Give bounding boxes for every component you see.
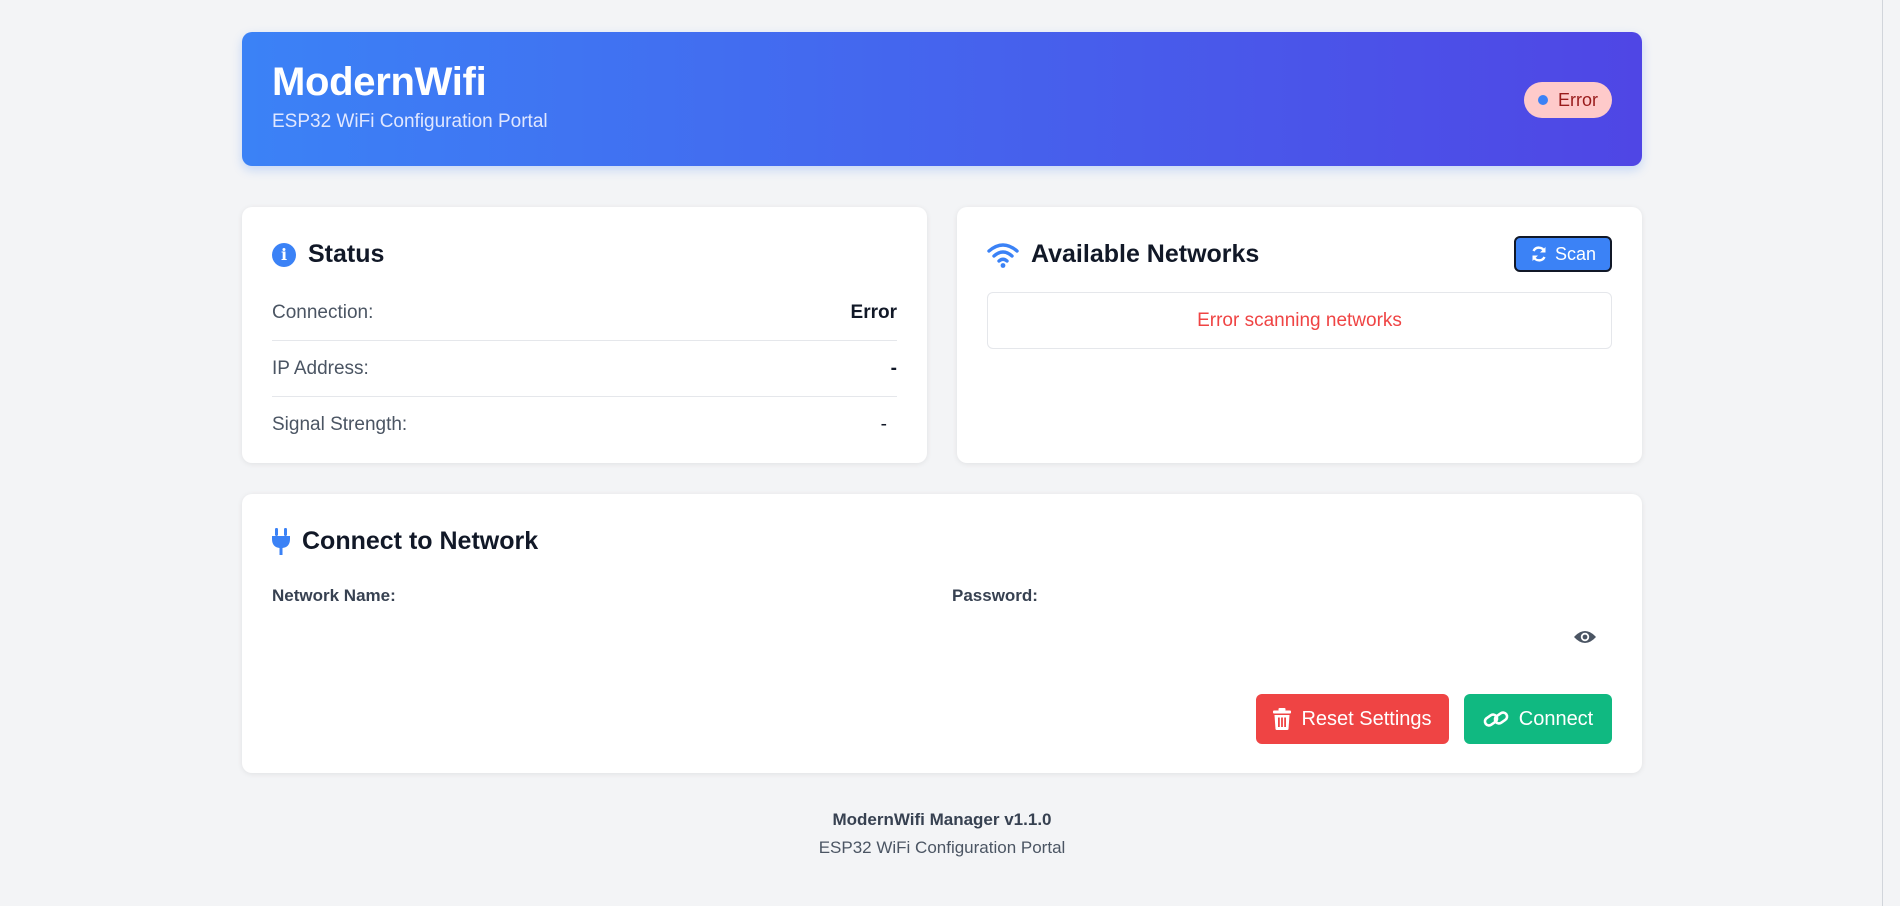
connect-card: Connect to Network Network Name: Passwor… [242, 494, 1642, 773]
signal-strength-value: - [880, 414, 887, 435]
status-dot-icon [1538, 95, 1548, 105]
connection-value: Error [850, 301, 897, 323]
connection-status-badge: Error [1524, 82, 1612, 118]
wifi-icon [987, 242, 1019, 268]
page-scrollbar[interactable] [1882, 0, 1900, 906]
reset-settings-button[interactable]: Reset Settings [1256, 694, 1449, 744]
connect-title-text: Connect to Network [302, 527, 539, 555]
app-subtitle: ESP32 WiFi Configuration Portal [272, 111, 548, 132]
status-row-ip-address: IP Address: - [272, 341, 897, 397]
networks-card-title: Available Networks [987, 240, 1259, 269]
app-title: ModernWifi [272, 60, 487, 104]
refresh-icon [1530, 245, 1548, 263]
status-row-signal-strength: Signal Strength: - [272, 397, 897, 453]
status-card: i Status Connection: Error IP Address: -… [242, 207, 927, 463]
show-password-toggle[interactable] [1572, 624, 1598, 650]
connect-button-label: Connect [1518, 707, 1594, 730]
networks-title-text: Available Networks [1031, 240, 1260, 268]
footer-subtitle: ESP32 WiFi Configuration Portal [818, 838, 1066, 857]
network-name-label: Network Name: [272, 586, 396, 605]
available-networks-card: Available Networks Scan Error scanning n… [957, 207, 1642, 463]
footer: ModernWifi Manager v1.1.0 ESP32 WiFi Con… [242, 810, 1642, 858]
password-label: Password: [952, 586, 1038, 605]
status-row-label: Signal Strength: [272, 414, 408, 435]
network-name-input[interactable] [272, 614, 926, 660]
status-badge-label: Error [1558, 89, 1598, 110]
status-title-text: Status [308, 240, 385, 268]
footer-version: ModernWifi Manager v1.1.0 [832, 810, 1052, 829]
ip-address-value: - [890, 357, 897, 379]
status-row-label: Connection: [272, 301, 374, 323]
header-banner: ModernWifi ESP32 WiFi Configuration Port… [242, 32, 1642, 166]
plug-icon [272, 527, 290, 556]
status-card-title: i Status [272, 240, 384, 269]
page: ModernWifi ESP32 WiFi Configuration Port… [0, 0, 1900, 906]
scan-button-label: Scan [1554, 243, 1596, 264]
network-list: Error scanning networks [987, 292, 1612, 349]
network-error-message: Error scanning networks [1197, 309, 1402, 331]
reset-button-label: Reset Settings [1301, 707, 1432, 730]
status-list: Connection: Error IP Address: - Signal S… [272, 285, 897, 453]
connect-button[interactable]: Connect [1464, 694, 1612, 744]
status-row-connection: Connection: Error [272, 285, 897, 341]
scan-button[interactable]: Scan [1513, 236, 1612, 272]
link-icon [1483, 708, 1509, 730]
connect-card-title: Connect to Network [272, 527, 538, 556]
status-row-label: IP Address: [272, 357, 369, 379]
password-input[interactable] [952, 614, 1576, 660]
eye-icon [1573, 629, 1597, 645]
info-icon: i [272, 242, 296, 267]
trash-icon [1273, 708, 1292, 730]
main-container: ModernWifi ESP32 WiFi Configuration Port… [242, 32, 1642, 857]
